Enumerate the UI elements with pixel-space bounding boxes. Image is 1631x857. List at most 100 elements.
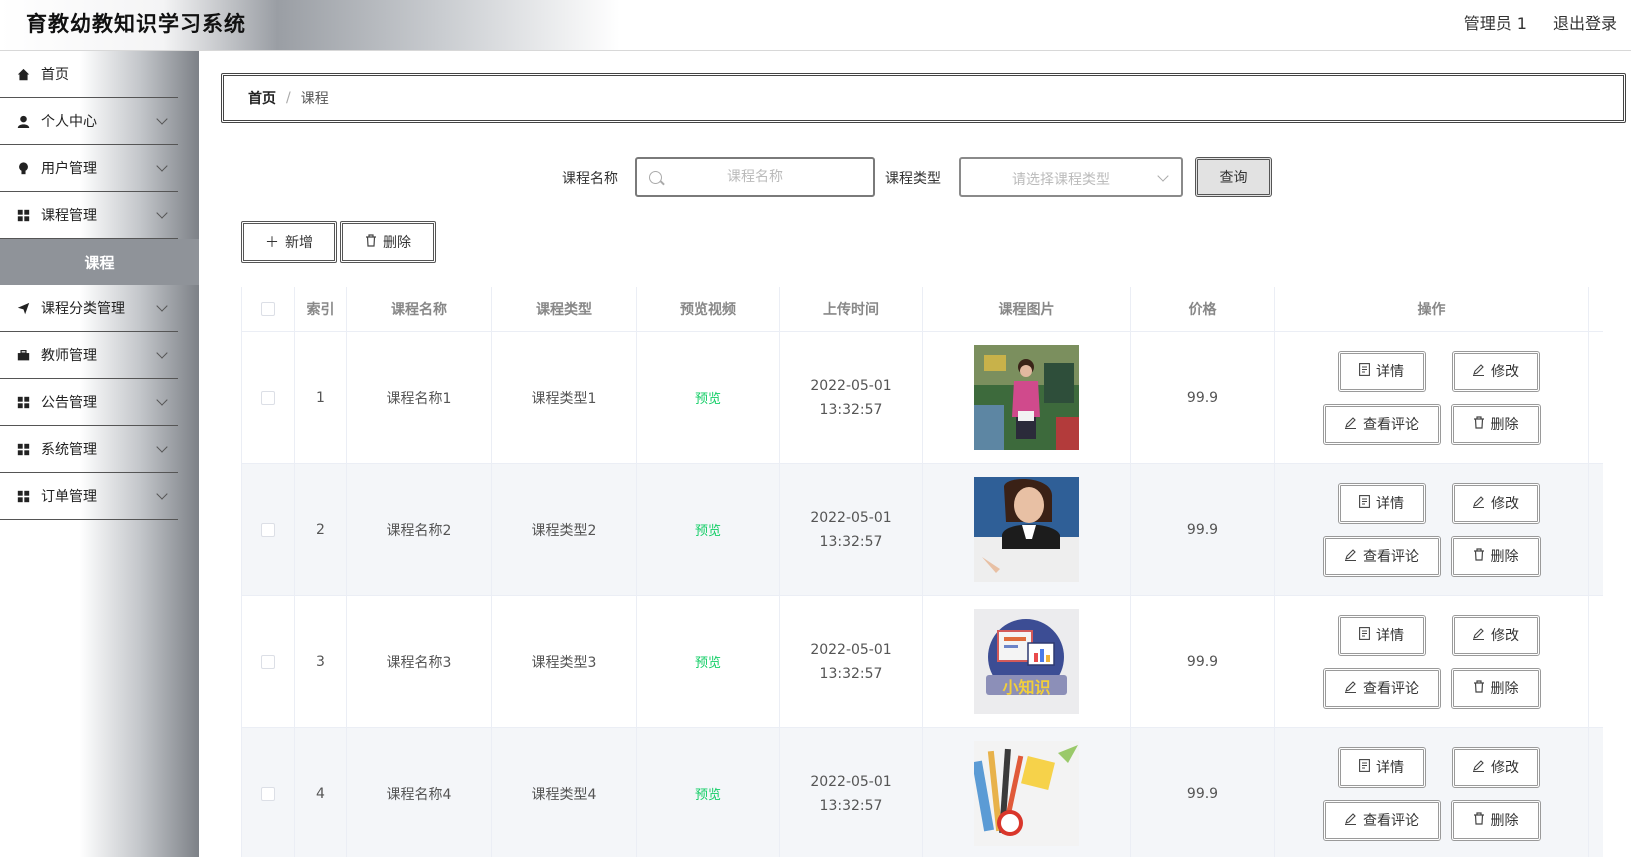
view-comments-label: 查看评论 bbox=[1363, 813, 1419, 829]
grid-icon bbox=[16, 208, 30, 222]
view-comments-button[interactable]: 查看评论 bbox=[1322, 403, 1441, 445]
sidebar-item-label: 订单管理 bbox=[41, 489, 97, 505]
course-image-cell bbox=[923, 332, 1131, 463]
edit-label: 修改 bbox=[1491, 496, 1519, 512]
add-button[interactable]: ＋ 新增 bbox=[241, 221, 337, 263]
view-comments-button[interactable]: 查看评论 bbox=[1322, 667, 1441, 709]
sidebar-subitem-course[interactable]: 课程 bbox=[0, 239, 199, 285]
row-checkbox[interactable] bbox=[261, 786, 275, 801]
delete-button[interactable]: 删除 bbox=[1450, 535, 1541, 577]
sidebar-item-system[interactable]: 系统管理 bbox=[0, 426, 178, 473]
price-cell: 99.9 bbox=[1131, 596, 1275, 727]
detail-button[interactable]: 详情 bbox=[1337, 350, 1426, 392]
sidebar-item-label: 公告管理 bbox=[41, 395, 97, 411]
course-image-xiaozhishi[interactable]: 小知识 bbox=[974, 609, 1079, 714]
search-bar: 课程名称 课程类型 请选择课程类型 查询 bbox=[0, 157, 1631, 197]
preview-video-link[interactable]: 预览 bbox=[695, 388, 721, 407]
edit-button[interactable]: 修改 bbox=[1451, 350, 1540, 392]
sidebar-item-label: 首页 bbox=[41, 67, 69, 83]
sidebar-item-course-category[interactable]: 课程分类管理 bbox=[0, 285, 178, 332]
detail-button[interactable]: 详情 bbox=[1337, 614, 1426, 656]
operations-cell: 详情 修改 查看评论 删除 bbox=[1275, 464, 1589, 595]
sidebar-item-announcement[interactable]: 公告管理 bbox=[0, 379, 178, 426]
sidebar-item-orders[interactable]: 订单管理 bbox=[0, 473, 178, 520]
price-cell: 99.9 bbox=[1131, 332, 1275, 463]
course-name-input[interactable] bbox=[637, 159, 873, 195]
delete-button[interactable]: 删除 bbox=[1450, 799, 1541, 841]
course-type-cell: 课程类型1 bbox=[492, 332, 637, 463]
detail-label: 详情 bbox=[1376, 760, 1404, 776]
preview-cell: 预览 bbox=[637, 596, 780, 727]
header-user-area: 管理员 1 退出登录 bbox=[1464, 10, 1617, 34]
upload-time: 2022-05-01 13:32:57 bbox=[810, 377, 892, 418]
edit-button[interactable]: 修改 bbox=[1451, 746, 1540, 788]
breadcrumb: 首页 / 课程 bbox=[221, 73, 1626, 123]
add-button-label: 新增 bbox=[285, 235, 313, 251]
breadcrumb-home[interactable]: 首页 bbox=[248, 88, 276, 108]
sidebar-item-home[interactable]: 首页 bbox=[0, 51, 178, 98]
detail-button[interactable]: 详情 bbox=[1337, 746, 1426, 788]
sidebar-item-personal-center[interactable]: 个人中心 bbox=[0, 98, 178, 145]
index-cell: 3 bbox=[295, 596, 347, 727]
delete-button-label: 删除 bbox=[383, 235, 411, 251]
column-header: 上传时间 bbox=[780, 287, 923, 331]
view-comments-button[interactable]: 查看评论 bbox=[1322, 535, 1441, 577]
row-checkbox[interactable] bbox=[261, 390, 275, 405]
edit-icon bbox=[1344, 680, 1357, 697]
select-all-cell bbox=[242, 287, 295, 331]
edit-icon bbox=[1472, 363, 1485, 380]
course-image-businesswoman[interactable] bbox=[974, 477, 1079, 582]
course-image-cell bbox=[923, 728, 1131, 857]
detail-button[interactable]: 详情 bbox=[1337, 482, 1426, 524]
batch-delete-button[interactable]: 删除 bbox=[340, 221, 436, 263]
upload-time: 2022-05-01 13:32:57 bbox=[810, 773, 892, 814]
edit-button[interactable]: 修改 bbox=[1451, 614, 1540, 656]
grid-icon bbox=[16, 489, 30, 503]
column-header: 课程类型 bbox=[492, 287, 637, 331]
course-image-cell: 小知识 bbox=[923, 596, 1131, 727]
row-checkbox[interactable] bbox=[261, 522, 275, 537]
index-cell: 2 bbox=[295, 464, 347, 595]
logout-link[interactable]: 退出登录 bbox=[1553, 10, 1617, 34]
course-image-classroom[interactable] bbox=[974, 345, 1079, 450]
course-image-stationery[interactable] bbox=[974, 741, 1079, 846]
delete-button[interactable]: 删除 bbox=[1450, 667, 1541, 709]
column-header: 操作 bbox=[1275, 287, 1589, 331]
sidebar-item-label: 个人中心 bbox=[41, 114, 97, 130]
query-button[interactable]: 查询 bbox=[1195, 157, 1272, 197]
table-row: 2 课程名称2 课程类型2 预览 2022-05-01 13:32:57 99.… bbox=[242, 464, 1603, 596]
course-name-cell: 课程名称1 bbox=[347, 332, 492, 463]
preview-video-link[interactable]: 预览 bbox=[695, 784, 721, 803]
preview-video-link[interactable]: 预览 bbox=[695, 520, 721, 539]
index-cell: 1 bbox=[295, 332, 347, 463]
row-checkbox[interactable] bbox=[261, 654, 275, 669]
course-name-cell: 课程名称3 bbox=[347, 596, 492, 727]
upload-time: 2022-05-01 13:32:57 bbox=[810, 641, 892, 682]
sidebar-item-course-management[interactable]: 课程管理 bbox=[0, 192, 178, 239]
app-title: 育教幼教知识学习系统 bbox=[26, 12, 246, 36]
preview-video-link[interactable]: 预览 bbox=[695, 652, 721, 671]
edit-icon bbox=[1344, 548, 1357, 565]
course-type-select[interactable]: 请选择课程类型 bbox=[959, 157, 1183, 197]
sidebar-item-teacher-management[interactable]: 教师管理 bbox=[0, 332, 178, 379]
view-comments-button[interactable]: 查看评论 bbox=[1322, 799, 1441, 841]
view-comments-label: 查看评论 bbox=[1363, 549, 1419, 565]
select-all-checkbox[interactable] bbox=[261, 302, 275, 316]
edit-label: 修改 bbox=[1491, 628, 1519, 644]
operations-cell: 详情 修改 查看评论 删除 bbox=[1275, 332, 1589, 463]
current-user-label[interactable]: 管理员 1 bbox=[1464, 10, 1527, 34]
delete-label: 删除 bbox=[1490, 813, 1519, 829]
edit-label: 修改 bbox=[1491, 760, 1519, 776]
row-select-cell bbox=[242, 464, 295, 595]
edit-button[interactable]: 修改 bbox=[1451, 482, 1540, 524]
course-type-label: 课程类型 bbox=[885, 171, 941, 187]
trash-icon bbox=[1473, 811, 1485, 829]
edit-icon bbox=[1472, 495, 1485, 512]
chevron-down-icon bbox=[156, 113, 168, 125]
sidebar-item-label: 课程管理 bbox=[41, 208, 97, 224]
delete-button[interactable]: 删除 bbox=[1450, 403, 1541, 445]
grid-icon bbox=[16, 395, 30, 409]
course-table: 索引 课程名称 课程类型 预览视频 上传时间 课程图片 价格 操作 1 课程名称… bbox=[241, 287, 1603, 857]
chevron-down-icon bbox=[156, 207, 168, 219]
course-name-search-field[interactable] bbox=[635, 157, 875, 197]
